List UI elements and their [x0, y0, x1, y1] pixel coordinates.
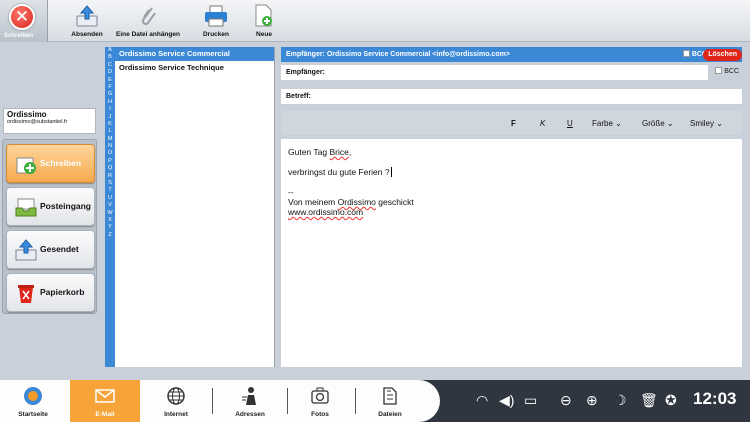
alphabet-letter[interactable]: F: [105, 84, 115, 91]
alphabet-letter[interactable]: E: [105, 77, 115, 84]
clock: 12:03: [693, 389, 737, 408]
close-icon[interactable]: ✕: [9, 4, 35, 30]
format-toolbar: F K U Farbe ⌄ Größe ⌄ Smiley ⌄: [281, 111, 742, 135]
taskbar-internet[interactable]: Internet: [146, 380, 206, 422]
taskbar-divider: [287, 388, 288, 414]
message-editor[interactable]: Guten Tag Brice, verbringst du gute Feri…: [281, 139, 742, 367]
alphabet-letter[interactable]: W: [105, 210, 115, 217]
close-tab-label: Schreiben: [4, 33, 34, 39]
moon-icon[interactable]: ☽: [614, 392, 627, 408]
printer-icon: [205, 5, 227, 27]
account-box: Ordissimo ordissimo@substantiel.fr: [3, 108, 96, 134]
alphabet-letter[interactable]: A: [105, 47, 115, 54]
send-button[interactable]: Absenden: [62, 2, 112, 40]
alphabet-letter[interactable]: N: [105, 143, 115, 150]
alphabet-letter[interactable]: P: [105, 158, 115, 165]
taskbar-photos[interactable]: Fotos: [292, 380, 348, 422]
alphabet-letter[interactable]: X: [105, 217, 115, 224]
contact-item[interactable]: Ordissimo Service Commercial: [115, 47, 274, 61]
wifi-icon[interactable]: ◠: [476, 392, 488, 408]
new-document-icon: [255, 4, 272, 27]
smiley-dropdown[interactable]: Smiley ⌄: [690, 119, 723, 128]
account-name: Ordissimo: [7, 110, 47, 119]
signature-link[interactable]: www.ordissimo.com: [288, 207, 735, 217]
contacts-icon: [242, 387, 256, 405]
alphabet-letter[interactable]: I: [105, 106, 115, 113]
cc-row[interactable]: Empfänger:: [281, 65, 708, 80]
trash-icon: [18, 285, 34, 303]
delete-recipient-button[interactable]: Löschen: [703, 49, 742, 61]
battery-icon[interactable]: ▭: [524, 392, 537, 408]
color-dropdown[interactable]: Farbe ⌄: [592, 119, 622, 128]
taskbar-mail[interactable]: E-Mail: [70, 380, 140, 422]
alphabet-letter[interactable]: J: [105, 114, 115, 121]
alphabet-letter[interactable]: G: [105, 91, 115, 98]
alphabet-letter[interactable]: C: [105, 62, 115, 69]
new-button[interactable]: Neue: [247, 2, 281, 40]
folder-panel: Schreiben Posteingang Gesendet Papierkor…: [2, 139, 97, 314]
sent-icon: [15, 239, 37, 261]
alphabet-letter[interactable]: L: [105, 128, 115, 135]
print-button[interactable]: Drucken: [196, 2, 236, 40]
compose-icon: [16, 157, 36, 174]
send-icon: [76, 5, 98, 27]
taskbar-divider: [355, 388, 356, 414]
compose-area: Empfänger: Ordissimo Service Commercial …: [281, 47, 742, 367]
account-email: ordissimo@substantiel.fr: [7, 119, 68, 125]
alphabet-letter[interactable]: R: [105, 173, 115, 180]
mail-icon: [95, 389, 115, 403]
alphabet-letter[interactable]: O: [105, 150, 115, 157]
taskbar-files[interactable]: Dateien: [360, 380, 420, 422]
plus-circle-icon[interactable]: ⊕: [586, 392, 598, 408]
volume-icon[interactable]: ◀): [499, 392, 514, 408]
chevron-down-icon: ⌄: [664, 119, 674, 128]
bold-button[interactable]: F: [511, 119, 516, 128]
taskbar-divider: [212, 388, 213, 414]
taskbar-contacts[interactable]: Adressen: [218, 380, 282, 422]
alphabet-letter[interactable]: K: [105, 121, 115, 128]
chevron-down-icon: ⌄: [714, 119, 723, 128]
paperclip-icon: [141, 7, 156, 25]
attach-file-button[interactable]: Eine Datei anhängen: [112, 2, 184, 40]
close-tab[interactable]: ✕ Schreiben: [0, 0, 48, 42]
to-value: Ordissimo Service Commercial <info@ordis…: [326, 51, 510, 58]
folder-sent[interactable]: Gesendet: [6, 230, 95, 269]
alphabet-letter[interactable]: U: [105, 195, 115, 202]
subject-row[interactable]: Betreff:: [281, 89, 742, 104]
inbox-icon: [15, 198, 37, 217]
trash-bin-icon[interactable]: 🗑: [640, 392, 658, 408]
folder-compose[interactable]: Schreiben: [6, 144, 95, 183]
chevron-down-icon: ⌄: [612, 119, 622, 128]
minus-circle-icon[interactable]: ⊖: [560, 392, 572, 408]
alphabet-letter[interactable]: V: [105, 202, 115, 209]
help-icon[interactable]: ✪: [665, 392, 677, 408]
alphabet-letter[interactable]: M: [105, 136, 115, 143]
text-cursor: [390, 167, 392, 177]
contact-item[interactable]: Ordissimo Service Technique: [115, 61, 274, 75]
camera-icon: [311, 387, 329, 404]
alphabet-letter[interactable]: T: [105, 187, 115, 194]
italic-button[interactable]: K: [540, 119, 545, 128]
alphabet-letter[interactable]: Q: [105, 165, 115, 172]
alphabet-index: ABCDEFGHIJKLMNOPQRSTUVWXYZ: [105, 47, 115, 367]
alphabet-letter[interactable]: H: [105, 99, 115, 106]
folder-inbox[interactable]: Posteingang: [6, 187, 95, 226]
alphabet-letter[interactable]: Y: [105, 224, 115, 231]
folder-trash[interactable]: Papierkorb: [6, 273, 95, 312]
alphabet-letter[interactable]: Z: [105, 232, 115, 239]
contact-list: Ordissimo Service Commercial Ordissimo S…: [115, 47, 275, 367]
alphabet-letter[interactable]: S: [105, 180, 115, 187]
underline-button[interactable]: U: [567, 119, 573, 128]
alphabet-letter[interactable]: D: [105, 69, 115, 76]
to-row[interactable]: Empfänger: Ordissimo Service Commercial …: [281, 47, 742, 62]
files-icon: [383, 387, 397, 405]
home-icon: [24, 387, 42, 405]
size-dropdown[interactable]: Größe ⌄: [642, 119, 674, 128]
alphabet-letter[interactable]: B: [105, 54, 115, 61]
globe-icon: [167, 387, 185, 405]
taskbar-home[interactable]: Startseite: [0, 380, 66, 422]
bcc-checkbox-cc[interactable]: BCC: [715, 66, 739, 77]
